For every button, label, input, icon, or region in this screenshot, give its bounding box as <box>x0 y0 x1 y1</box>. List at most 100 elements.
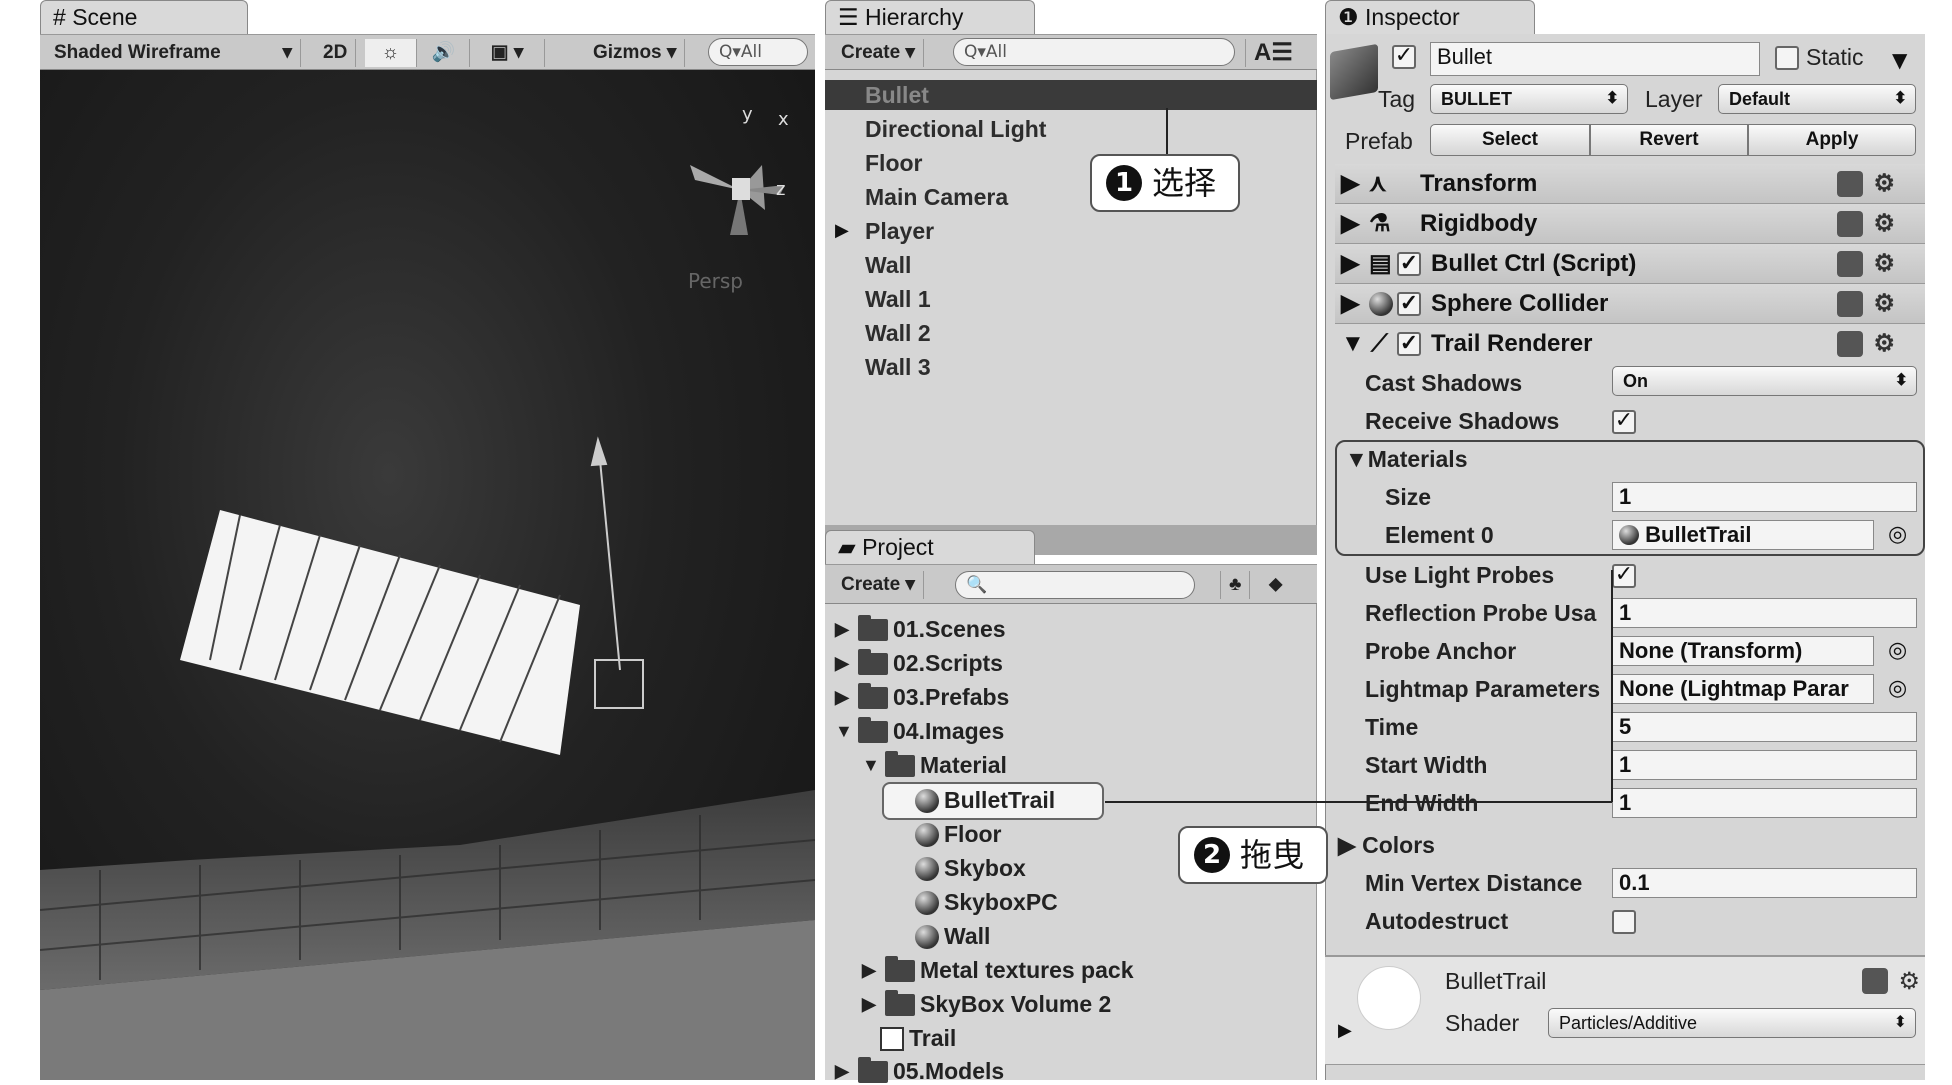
collapse-arrow-icon[interactable]: ▼ <box>862 755 880 776</box>
expand-player-icon[interactable]: ▶ <box>835 220 849 241</box>
project-material-bullettrail[interactable]: BulletTrail <box>915 787 1055 814</box>
active-checkbox[interactable]: ✓ <box>1392 45 1416 69</box>
hierarchy-item-wall-1[interactable]: Wall 1 <box>865 286 931 313</box>
probe-anchor-field[interactable]: None (Transform) <box>1612 636 1874 666</box>
shader-dropdown[interactable]: Particles/Additive <box>1548 1008 1916 1038</box>
expand-arrow-icon[interactable]: ▶ <box>1341 204 1359 244</box>
scene-viewport[interactable]: y x z Persp <box>40 70 815 1080</box>
gear-icon[interactable]: ⚙ <box>1898 968 1920 994</box>
gear-icon[interactable]: ⚙ <box>1873 251 1895 277</box>
materials-label[interactable]: ▼Materials <box>1345 446 1467 473</box>
project-search-input[interactable]: 🔍 <box>955 571 1195 599</box>
gear-icon[interactable]: ⚙ <box>1873 291 1895 317</box>
hierarchy-item-directional-light[interactable]: Directional Light <box>865 116 1046 143</box>
sort-icon[interactable]: A☰ <box>1245 39 1301 67</box>
project-folder-skybox-volume[interactable]: ▶ SkyBox Volume 2 <box>862 989 1111 1018</box>
colors-label[interactable]: ▶ Colors <box>1338 832 1435 859</box>
project-folder-metal-textures[interactable]: ▶ Metal textures pack <box>862 955 1133 984</box>
collapse-arrow-icon[interactable]: ▼ <box>1341 324 1365 364</box>
project-asset-trail[interactable]: Trail <box>880 1025 956 1052</box>
object-picker-icon[interactable]: ◎ <box>1888 522 1907 547</box>
gear-icon[interactable]: ⚙ <box>1873 331 1895 357</box>
project-material-skyboxpc[interactable]: SkyboxPC <box>915 889 1058 916</box>
help-book-icon[interactable] <box>1837 211 1864 237</box>
expand-arrow-icon[interactable]: ▶ <box>862 960 880 981</box>
tag-dropdown[interactable]: BULLET <box>1430 84 1628 114</box>
expand-arrow-icon[interactable]: ▶ <box>835 687 853 708</box>
component-sphere-collider[interactable]: ▶ ✓ Sphere Collider ⚙ <box>1335 284 1925 324</box>
expand-arrow-icon[interactable]: ▶ <box>1338 832 1356 858</box>
materials-size-input[interactable]: 1 <box>1612 482 1917 512</box>
expand-arrow-icon[interactable]: ▶ <box>862 994 880 1015</box>
expand-arrow-icon[interactable]: ▶ <box>1341 244 1359 284</box>
project-material-floor[interactable]: Floor <box>915 821 1002 848</box>
min-vertex-input[interactable]: 0.1 <box>1612 868 1917 898</box>
material-expand-arrow-icon[interactable]: ▶ <box>1338 1020 1352 1041</box>
project-folder-02-scripts[interactable]: ▶ 02.Scripts <box>835 648 1003 677</box>
project-folder-05-models[interactable]: ▶ 05.Models <box>835 1056 1004 1085</box>
audio-toggle-icon[interactable]: 🔊 <box>418 39 470 67</box>
object-name-input[interactable]: Bullet <box>1430 42 1760 76</box>
prefab-select-button[interactable]: Select <box>1430 124 1590 156</box>
help-book-icon[interactable] <box>1837 251 1864 277</box>
tab-scene[interactable]: # Scene <box>40 0 248 34</box>
expand-arrow-icon[interactable]: ▶ <box>835 653 853 674</box>
2d-toggle[interactable]: 2D <box>315 39 357 67</box>
tab-hierarchy[interactable]: ☰ Hierarchy <box>825 0 1035 34</box>
hierarchy-item-wall-2[interactable]: Wall 2 <box>865 320 931 347</box>
effects-icon[interactable]: ▣ ▾ <box>470 39 545 67</box>
project-folder-04-images[interactable]: ▼ 04.Images <box>835 716 1004 745</box>
tab-inspector[interactable]: ❶ Inspector <box>1325 0 1535 34</box>
hierarchy-create-button[interactable]: Create ▾ <box>833 39 924 67</box>
help-book-icon[interactable] <box>1837 171 1864 197</box>
component-enabled-checkbox[interactable]: ✓ <box>1397 292 1421 316</box>
gear-icon[interactable]: ⚙ <box>1873 211 1895 237</box>
hierarchy-item-wall-3[interactable]: Wall 3 <box>865 354 931 381</box>
static-dropdown-icon[interactable]: ▼ <box>1892 48 1907 72</box>
component-enabled-checkbox[interactable]: ✓ <box>1397 252 1421 276</box>
scene-search-input[interactable]: Q▾All <box>708 38 808 66</box>
start-width-input[interactable]: 1 <box>1612 750 1917 780</box>
receive-shadows-checkbox[interactable]: ✓ <box>1612 410 1636 434</box>
component-trail-renderer[interactable]: ▼ ⟋ ✓ Trail Renderer ⚙ <box>1335 324 1925 364</box>
project-folder-material[interactable]: ▼ Material <box>862 750 1007 779</box>
cast-shadows-dropdown[interactable]: On <box>1612 366 1917 396</box>
lighting-toggle-icon[interactable]: ☼ <box>365 39 417 67</box>
expand-arrow-icon[interactable]: ▶ <box>1341 164 1359 204</box>
autodestruct-checkbox[interactable] <box>1612 910 1636 934</box>
help-book-icon[interactable] <box>1837 291 1864 317</box>
prefab-apply-button[interactable]: Apply <box>1748 124 1916 156</box>
gear-icon[interactable]: ⚙ <box>1873 171 1895 197</box>
collapse-arrow-icon[interactable]: ▼ <box>835 721 853 742</box>
project-folder-01-scenes[interactable]: ▶ 01.Scenes <box>835 614 1006 643</box>
object-picker-icon[interactable]: ◎ <box>1888 638 1907 663</box>
time-input[interactable]: 5 <box>1612 712 1917 742</box>
project-create-button[interactable]: Create ▾ <box>833 571 924 599</box>
lightmap-params-field[interactable]: None (Lightmap Parar <box>1612 674 1874 704</box>
end-width-input[interactable]: 1 <box>1612 788 1917 818</box>
hierarchy-search-input[interactable]: Q▾All <box>953 38 1235 66</box>
expand-arrow-icon[interactable]: ▶ <box>835 619 853 640</box>
expand-arrow-icon[interactable]: ▶ <box>1341 284 1359 324</box>
collapse-arrow-icon[interactable]: ▼ <box>1345 446 1368 472</box>
project-material-wall[interactable]: Wall <box>915 923 990 950</box>
bullet-trail-object[interactable] <box>180 510 580 755</box>
hierarchy-item-wall[interactable]: Wall <box>865 252 911 279</box>
scene-gizmo-icon[interactable] <box>690 165 785 235</box>
element0-object-field[interactable]: BulletTrail <box>1612 520 1874 550</box>
help-book-icon[interactable] <box>1862 968 1889 994</box>
hierarchy-item-player[interactable]: Player <box>865 218 934 245</box>
project-folder-03-prefabs[interactable]: ▶ 03.Prefabs <box>835 682 1009 711</box>
reflection-probe-input[interactable]: 1 <box>1612 598 1917 628</box>
layer-dropdown[interactable]: Default <box>1718 84 1916 114</box>
project-material-skybox[interactable]: Skybox <box>915 855 1026 882</box>
static-checkbox[interactable] <box>1775 46 1799 70</box>
gizmos-dropdown[interactable]: Gizmos ▾ <box>585 39 686 67</box>
component-transform[interactable]: ▶ ⋏ Transform ⚙ <box>1335 164 1925 204</box>
component-rigidbody[interactable]: ▶ ⚗ Rigidbody ⚙ <box>1335 204 1925 244</box>
expand-arrow-icon[interactable]: ▶ <box>835 1061 853 1082</box>
move-handle-icon[interactable] <box>590 436 644 709</box>
object-picker-icon[interactable]: ◎ <box>1888 676 1907 701</box>
component-enabled-checkbox[interactable]: ✓ <box>1397 332 1421 356</box>
hierarchy-item-main-camera[interactable]: Main Camera <box>865 184 1008 211</box>
